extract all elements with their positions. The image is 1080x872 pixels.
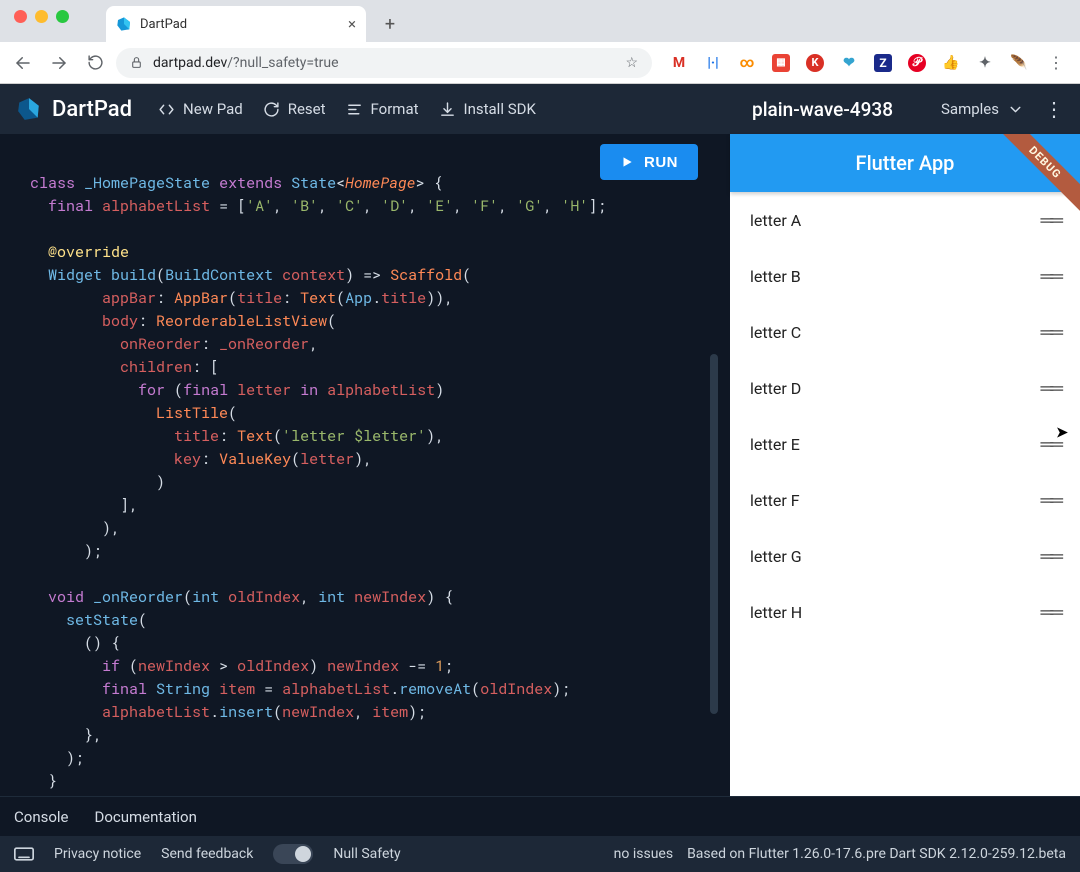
reset-button[interactable]: Reset: [263, 100, 326, 118]
run-button-label: RUN: [644, 154, 678, 171]
code-content[interactable]: class _HomePageState extends State<HomeP…: [0, 134, 730, 796]
samples-dropdown[interactable]: Samples: [941, 100, 1024, 118]
dartpad-favicon: [116, 16, 132, 32]
bookmark-star-button[interactable]: ☆: [625, 55, 638, 71]
chevron-down-icon: [1007, 101, 1024, 118]
gmail-icon[interactable]: M: [670, 54, 688, 72]
list-item[interactable]: letter C ══: [730, 304, 1080, 360]
pinterest-icon[interactable]: 𝒫: [908, 54, 926, 72]
lock-icon: [130, 56, 143, 69]
list-item[interactable]: letter G ══: [730, 528, 1080, 584]
drag-handle-icon[interactable]: ══: [1040, 602, 1060, 623]
browser-toolbar: dartpad.dev/?null_safety=true ☆ M |·| ∞ …: [0, 42, 1080, 84]
sdk-version: Based on Flutter 1.26.0-17.6.pre Dart SD…: [687, 846, 1066, 862]
ext-icon-7[interactable]: Z: [874, 54, 892, 72]
drag-handle-icon[interactable]: ══: [1040, 322, 1060, 343]
list-item-label: letter D: [750, 379, 801, 398]
format-label: Format: [371, 100, 419, 118]
download-icon: [439, 101, 456, 118]
minimize-window-button[interactable]: [35, 10, 48, 23]
extension-icons: M |·| ∞ ▦ K ❤ Z 𝒫 👍 ✦ 🪶 ⋮: [658, 48, 1072, 78]
reload-button[interactable]: [80, 48, 110, 78]
new-tab-button[interactable]: +: [376, 10, 404, 38]
install-sdk-label: Install SDK: [464, 100, 536, 118]
window-controls: [14, 10, 69, 23]
ext-icon-11[interactable]: 🪶: [1010, 54, 1028, 72]
browser-tab[interactable]: DartPad ×: [106, 6, 366, 42]
extensions-puzzle-icon[interactable]: ✦: [976, 54, 994, 72]
null-safety-toggle[interactable]: [273, 844, 313, 864]
editor-scrollbar[interactable]: [710, 354, 718, 714]
dartpad-brand[interactable]: DartPad: [16, 96, 132, 122]
browser-tab-title: DartPad: [140, 17, 187, 32]
list-item[interactable]: letter D ══: [730, 360, 1080, 416]
forward-button[interactable]: [44, 48, 74, 78]
list-item-label: letter A: [750, 211, 801, 230]
list-item[interactable]: letter E ══: [730, 416, 1080, 472]
new-pad-button[interactable]: New Pad: [158, 100, 243, 118]
code-icon: [158, 101, 175, 118]
pad-title: plain-wave-4938: [752, 98, 893, 121]
dart-logo-icon: [16, 96, 42, 122]
list-item-label: letter F: [750, 491, 800, 510]
run-button[interactable]: RUN: [600, 144, 698, 180]
drag-handle-icon[interactable]: ══: [1040, 378, 1060, 399]
reset-label: Reset: [288, 100, 326, 118]
format-icon: [346, 101, 363, 118]
address-url: dartpad.dev/?null_safety=true: [153, 55, 339, 71]
address-bar[interactable]: dartpad.dev/?null_safety=true ☆: [116, 48, 652, 78]
ext-icon-3[interactable]: ∞: [738, 54, 756, 72]
preview-pane: Flutter App DEBUG letter A══letter B══le…: [730, 134, 1080, 796]
null-safety-label: Null Safety: [333, 846, 400, 862]
ext-icon-5[interactable]: K: [806, 54, 824, 72]
list-item[interactable]: letter F ══: [730, 472, 1080, 528]
list-item-label: letter G: [750, 547, 802, 566]
drag-handle-icon[interactable]: ══: [1040, 546, 1060, 567]
drag-handle-icon[interactable]: ══: [1040, 434, 1060, 455]
issues-status[interactable]: no issues: [614, 846, 673, 862]
reset-icon: [263, 101, 280, 118]
list-item-label: letter B: [750, 267, 801, 286]
privacy-notice-link[interactable]: Privacy notice: [54, 846, 141, 862]
ext-icon-2[interactable]: |·|: [704, 54, 722, 72]
reorderable-list[interactable]: letter A ══ letter B ══ letter C ══ letter D ══…: [730, 192, 1080, 796]
ext-icon-9[interactable]: 👍: [942, 54, 960, 72]
dartpad-topbar: DartPad New Pad Reset Format Install SDK…: [0, 84, 1080, 134]
list-item[interactable]: letter H ══: [730, 584, 1080, 640]
browser-tab-strip: DartPad × +: [0, 0, 1080, 42]
play-icon: [620, 155, 634, 169]
maximize-window-button[interactable]: [56, 10, 69, 23]
install-sdk-button[interactable]: Install SDK: [439, 100, 536, 118]
bottom-tab-row: Console Documentation: [0, 796, 1080, 836]
list-item-label: letter H: [750, 603, 802, 622]
close-tab-button[interactable]: ×: [348, 15, 356, 33]
send-feedback-link[interactable]: Send feedback: [161, 846, 253, 862]
list-item[interactable]: letter A ══: [730, 192, 1080, 248]
ext-icon-6[interactable]: ❤: [840, 54, 858, 72]
format-button[interactable]: Format: [346, 100, 419, 118]
back-button[interactable]: [8, 48, 38, 78]
list-item-label: letter E: [750, 435, 800, 454]
dartpad-body: RUN class _HomePageState extends State<H…: [0, 134, 1080, 796]
console-tab[interactable]: Console: [14, 808, 69, 826]
samples-label: Samples: [941, 100, 999, 118]
drag-handle-icon[interactable]: ══: [1040, 490, 1060, 511]
code-editor-pane[interactable]: RUN class _HomePageState extends State<H…: [0, 134, 730, 796]
close-window-button[interactable]: [14, 10, 27, 23]
drag-handle-icon[interactable]: ══: [1040, 266, 1060, 287]
dartpad-brand-text: DartPad: [52, 97, 132, 122]
new-pad-label: New Pad: [183, 100, 243, 118]
flutter-appbar: Flutter App: [730, 134, 1080, 192]
list-item-label: letter C: [750, 323, 801, 342]
dartpad-menu-button[interactable]: ⋮: [1044, 97, 1064, 121]
ext-icon-4[interactable]: ▦: [772, 54, 790, 72]
dartpad-app: DartPad New Pad Reset Format Install SDK…: [0, 84, 1080, 872]
list-item[interactable]: letter B ══: [730, 248, 1080, 304]
documentation-tab[interactable]: Documentation: [95, 808, 197, 826]
status-bar: Privacy notice Send feedback Null Safety…: [0, 836, 1080, 872]
drag-handle-icon[interactable]: ══: [1040, 210, 1060, 231]
flutter-appbar-title: Flutter App: [856, 151, 955, 175]
keyboard-icon[interactable]: [14, 847, 34, 861]
chrome-menu-button[interactable]: ⋮: [1044, 48, 1068, 78]
